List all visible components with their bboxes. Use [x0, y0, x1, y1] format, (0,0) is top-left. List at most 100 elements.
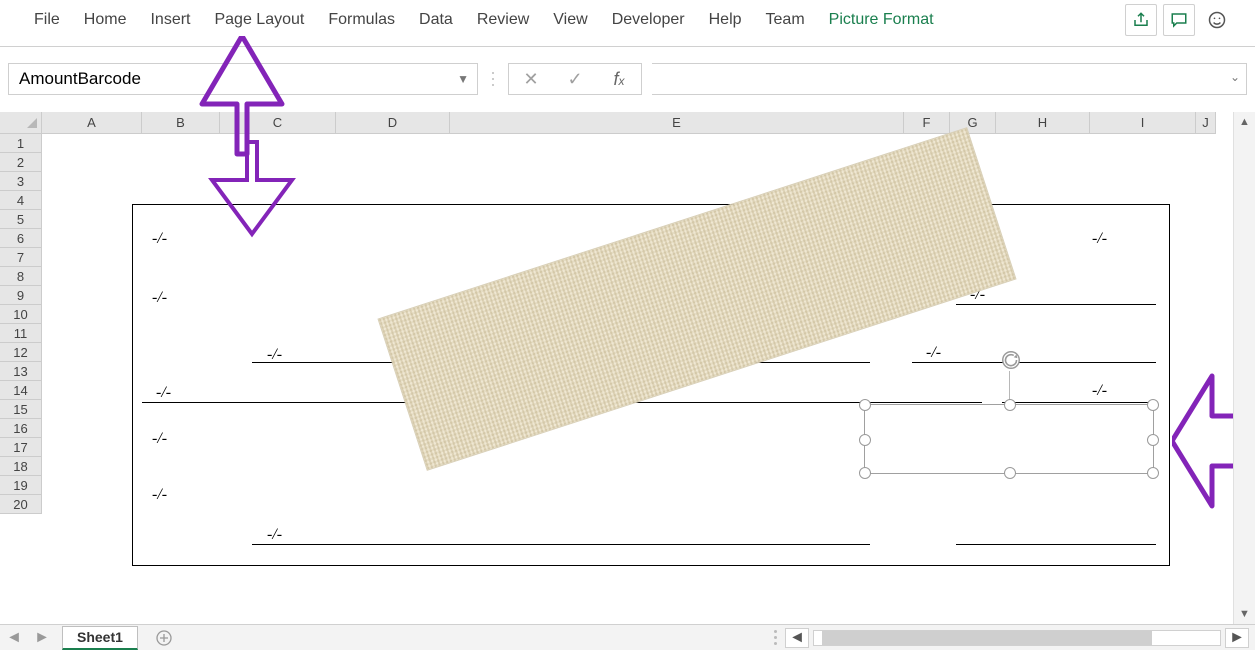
handle-nw[interactable] — [859, 399, 871, 411]
tab-view[interactable]: View — [541, 0, 599, 40]
tab-data[interactable]: Data — [407, 0, 465, 40]
row-header-13[interactable]: 13 — [0, 362, 42, 381]
hscroll-right[interactable]: ► — [1225, 628, 1249, 648]
placeholder-cents: -/- — [1092, 382, 1107, 400]
col-header-I[interactable]: I — [1090, 112, 1196, 134]
placeholder-amount-words: -/- — [156, 384, 171, 402]
sheet-tab-active[interactable]: Sheet1 — [62, 626, 138, 650]
tab-file[interactable]: File — [22, 0, 72, 40]
select-all-corner[interactable] — [0, 112, 42, 134]
row-header-14[interactable]: 14 — [0, 381, 42, 400]
row-header-12[interactable]: 12 — [0, 343, 42, 362]
formula-input[interactable]: ⌄ — [652, 63, 1247, 95]
handle-w[interactable] — [859, 434, 871, 446]
line-cents — [1002, 402, 1156, 403]
tab-home[interactable]: Home — [72, 0, 139, 40]
fx-icon: fx — [613, 69, 624, 90]
rotate-icon — [1000, 349, 1022, 371]
rotate-handle[interactable] — [1000, 349, 1022, 371]
col-header-H[interactable]: H — [996, 112, 1090, 134]
row-header-16[interactable]: 16 — [0, 419, 42, 438]
sheet-tab-strip: ◄ ► Sheet1 ◄ ► — [0, 624, 1255, 650]
line-signature — [956, 544, 1156, 545]
ribbon-tabs: File Home Insert Page Layout Formulas Da… — [0, 0, 1255, 40]
col-header-E[interactable]: E — [450, 112, 904, 134]
cells-area[interactable]: -/- -/- -/- -/- -/- -/- -/- -/- -/- -/- … — [42, 134, 1231, 624]
placeholder-memo: -/- — [267, 526, 282, 544]
row-header-7[interactable]: 7 — [0, 248, 42, 267]
comments-button[interactable] — [1163, 4, 1195, 36]
insert-function-button[interactable]: fx — [597, 64, 641, 94]
line-amount — [912, 362, 1156, 363]
handle-n[interactable] — [1004, 399, 1016, 411]
handle-s[interactable] — [1004, 467, 1016, 479]
tab-picture-format[interactable]: Picture Format — [817, 0, 946, 40]
row-header-17[interactable]: 17 — [0, 438, 42, 457]
vertical-scrollbar[interactable]: ▲ ▼ — [1233, 112, 1255, 624]
row-header-19[interactable]: 19 — [0, 476, 42, 495]
selected-object-amountbarcode[interactable] — [864, 404, 1154, 474]
formula-buttons: ✕ ✓ fx — [508, 63, 642, 95]
row-header-5[interactable]: 5 — [0, 210, 42, 229]
tab-insert[interactable]: Insert — [138, 0, 202, 40]
placeholder-date-value: -/- — [1092, 230, 1107, 248]
placeholder-dollar: -/- — [926, 344, 941, 362]
row-header-6[interactable]: 6 — [0, 229, 42, 248]
col-header-A[interactable]: A — [42, 112, 142, 134]
placeholder-date-label: -/- — [152, 230, 167, 248]
enter-formula-button[interactable]: ✓ — [553, 64, 597, 94]
handle-se[interactable] — [1147, 467, 1159, 479]
tab-review[interactable]: Review — [465, 0, 541, 40]
share-icon — [1132, 11, 1150, 29]
row-headers: 1234567891011121314151617181920 — [0, 134, 42, 514]
col-header-D[interactable]: D — [336, 112, 450, 134]
handle-sw[interactable] — [859, 467, 871, 479]
col-header-F[interactable]: F — [904, 112, 950, 134]
row-header-15[interactable]: 15 — [0, 400, 42, 419]
worksheet: ABCDEFGHIJ 12345678910111213141516171819… — [0, 112, 1255, 624]
formula-expand-icon[interactable]: ⌄ — [1230, 70, 1240, 84]
hscroll-left[interactable]: ◄ — [785, 628, 809, 648]
row-header-2[interactable]: 2 — [0, 153, 42, 172]
hscroll-track[interactable] — [813, 630, 1221, 646]
row-header-3[interactable]: 3 — [0, 172, 42, 191]
line-memo — [252, 544, 870, 545]
tab-team[interactable]: Team — [754, 0, 817, 40]
row-header-11[interactable]: 11 — [0, 324, 42, 343]
tab-nav-prev[interactable]: ◄ — [0, 625, 28, 651]
row-header-20[interactable]: 20 — [0, 495, 42, 514]
row-header-10[interactable]: 10 — [0, 305, 42, 324]
scroll-up-icon[interactable]: ▲ — [1234, 112, 1255, 132]
row-header-1[interactable]: 1 — [0, 134, 42, 153]
plus-circle-icon — [156, 630, 172, 646]
callout-arrow-left — [182, 36, 292, 186]
comment-icon — [1170, 11, 1188, 29]
add-sheet-button[interactable] — [150, 630, 178, 646]
feedback-button[interactable] — [1201, 4, 1233, 36]
handle-ne[interactable] — [1147, 399, 1159, 411]
placeholder-bank-line1: -/- — [152, 430, 167, 448]
check-icon: ✓ — [567, 69, 582, 90]
tab-nav-next[interactable]: ► — [28, 625, 56, 651]
tabstrip-grip[interactable] — [774, 630, 777, 645]
name-box-dropdown-icon[interactable]: ▼ — [457, 72, 469, 86]
scroll-down-icon[interactable]: ▼ — [1234, 604, 1255, 624]
tab-help[interactable]: Help — [697, 0, 754, 40]
row-header-4[interactable]: 4 — [0, 191, 42, 210]
x-icon: ✕ — [523, 69, 538, 90]
row-header-9[interactable]: 9 — [0, 286, 42, 305]
cancel-formula-button[interactable]: ✕ — [509, 64, 553, 94]
horizontal-scrollbar[interactable]: ◄ ► — [785, 628, 1255, 648]
placeholder-payto-label: -/- — [152, 289, 167, 307]
drawing-canvas: -/- -/- -/- -/- -/- -/- -/- -/- -/- -/- … — [42, 134, 1231, 624]
tab-developer[interactable]: Developer — [600, 0, 697, 40]
share-button[interactable] — [1125, 4, 1157, 36]
row-header-18[interactable]: 18 — [0, 457, 42, 476]
formula-bar-grip[interactable] — [488, 72, 498, 86]
hscroll-thumb[interactable] — [822, 631, 1152, 645]
col-header-J[interactable]: J — [1196, 112, 1216, 134]
tab-page-layout[interactable]: Page Layout — [202, 0, 316, 40]
tab-formulas[interactable]: Formulas — [316, 0, 407, 40]
handle-e[interactable] — [1147, 434, 1159, 446]
row-header-8[interactable]: 8 — [0, 267, 42, 286]
